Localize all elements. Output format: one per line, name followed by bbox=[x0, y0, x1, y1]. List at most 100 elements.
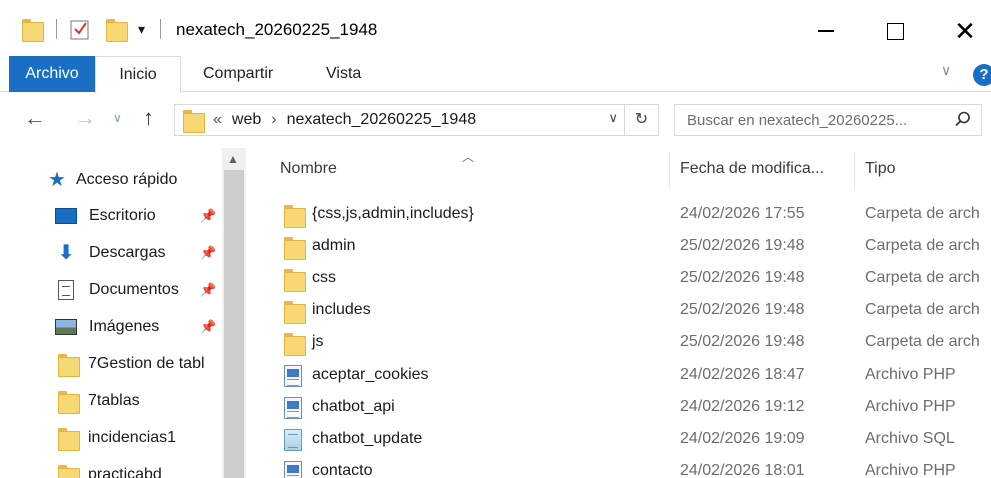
file-name: chatbot_update bbox=[312, 430, 423, 447]
navigation-pane-scrollbar[interactable]: ▲ bbox=[222, 148, 246, 478]
minimize-button[interactable] bbox=[803, 10, 849, 52]
folder-icon bbox=[183, 109, 205, 133]
address-dropdown-icon[interactable]: ∨ bbox=[608, 110, 618, 126]
sidebar-item-label: Documentos bbox=[89, 281, 179, 298]
sidebar-item-7gestion[interactable]: 7Gestion de tabl bbox=[58, 349, 205, 379]
breadcrumb-separator-icon[interactable]: › bbox=[271, 111, 276, 129]
table-row[interactable]: {css,js,admin,includes} 24/02/2026 17:55… bbox=[246, 199, 991, 231]
table-row[interactable]: chatbot_update 24/02/2026 19:09 Archivo … bbox=[246, 424, 991, 456]
file-name: js bbox=[312, 333, 324, 350]
search-input[interactable]: Buscar en nexatech_20260225... bbox=[674, 104, 982, 136]
breadcrumb-overflow[interactable]: « bbox=[213, 111, 222, 129]
tab-compartir[interactable]: Compartir bbox=[203, 56, 273, 92]
sidebar-item-label: 7tablas bbox=[88, 392, 140, 409]
folder-icon bbox=[284, 204, 306, 228]
sidebar-item-practicabd[interactable]: practicabd bbox=[58, 460, 162, 478]
search-placeholder: Buscar en nexatech_20260225... bbox=[687, 112, 908, 129]
file-date: 24/02/2026 18:47 bbox=[680, 366, 805, 383]
table-row[interactable]: chatbot_api 24/02/2026 19:12 Archivo PHP bbox=[246, 392, 991, 424]
sidebar-item-label: incidencias1 bbox=[88, 429, 177, 446]
pin-icon[interactable]: 📌 bbox=[200, 245, 216, 261]
file-type: Carpeta de arch bbox=[865, 301, 980, 318]
scrollbar-thumb[interactable] bbox=[224, 170, 244, 478]
file-date: 25/02/2026 19:48 bbox=[680, 301, 805, 318]
sidebar-item-label: Imágenes bbox=[89, 318, 160, 335]
column-header-date[interactable]: Fecha de modifica... bbox=[680, 160, 824, 178]
folder-icon bbox=[284, 268, 306, 292]
folder-icon bbox=[58, 427, 80, 451]
title-bar: ▾ nexatech_20260225_1948 ✕ bbox=[0, 0, 991, 58]
file-name: admin bbox=[312, 237, 356, 254]
sidebar-item-incidencias1[interactable]: incidencias1 bbox=[58, 423, 176, 453]
folder-icon bbox=[22, 14, 44, 44]
column-divider[interactable] bbox=[854, 152, 855, 188]
column-header-name[interactable]: Nombre bbox=[280, 160, 337, 178]
file-name: {css,js,admin,includes} bbox=[312, 205, 474, 222]
column-header-type[interactable]: Tipo bbox=[865, 160, 896, 178]
close-button[interactable]: ✕ bbox=[942, 10, 988, 52]
sidebar-item-imagenes[interactable]: Imágenes 📌 bbox=[55, 312, 222, 342]
new-folder-icon[interactable] bbox=[106, 14, 128, 44]
expand-ribbon-icon[interactable]: ∨ bbox=[941, 62, 951, 79]
table-row[interactable]: admin 25/02/2026 19:48 Carpeta de arch bbox=[246, 231, 991, 263]
address-bar[interactable]: « web › nexatech_20260225_1948 ∨ ↻ bbox=[174, 104, 659, 136]
file-date: 24/02/2026 17:55 bbox=[680, 205, 805, 222]
sidebar-item-escritorio[interactable]: Escritorio 📌 bbox=[55, 201, 222, 231]
file-date: 25/02/2026 19:48 bbox=[680, 333, 805, 350]
sort-ascending-icon: ︿ bbox=[462, 150, 475, 164]
file-name: css bbox=[312, 269, 336, 286]
tab-archivo[interactable]: Archivo bbox=[9, 56, 95, 92]
folder-icon bbox=[284, 236, 306, 260]
sidebar-item-quick-access[interactable]: ★ Acceso rápido bbox=[48, 165, 177, 195]
tab-vista[interactable]: Vista bbox=[326, 56, 361, 92]
breadcrumb-current[interactable]: nexatech_20260225_1948 bbox=[287, 111, 477, 129]
file-name: aceptar_cookies bbox=[312, 366, 429, 383]
sidebar-item-documentos[interactable]: Documentos 📌 bbox=[58, 275, 222, 305]
pin-icon[interactable]: 📌 bbox=[200, 319, 216, 335]
ribbon: Archivo Inicio Compartir Vista ∨ ? bbox=[0, 56, 991, 93]
file-type: Carpeta de arch bbox=[865, 333, 980, 350]
table-row[interactable]: includes 25/02/2026 19:48 Carpeta de arc… bbox=[246, 295, 991, 327]
downloads-icon: ⬇ bbox=[57, 242, 75, 264]
file-date: 24/02/2026 19:12 bbox=[680, 398, 805, 415]
sidebar-item-label: Acceso rápido bbox=[76, 171, 178, 188]
up-button[interactable]: ↑ bbox=[143, 105, 154, 131]
qat-dropdown-icon[interactable]: ▾ bbox=[138, 14, 145, 44]
refresh-button[interactable]: ↻ bbox=[624, 105, 658, 135]
table-row[interactable]: aceptar_cookies 24/02/2026 18:47 Archivo… bbox=[246, 360, 991, 392]
help-icon[interactable]: ? bbox=[973, 64, 991, 86]
file-date: 25/02/2026 19:48 bbox=[680, 237, 805, 254]
folder-icon bbox=[58, 464, 80, 478]
file-type: Archivo PHP bbox=[865, 462, 956, 478]
recent-locations-button[interactable]: ∨ bbox=[113, 111, 122, 125]
sidebar-item-label: Escritorio bbox=[89, 207, 156, 224]
maximize-button[interactable] bbox=[872, 10, 918, 52]
sidebar-item-descargas[interactable]: ⬇ Descargas 📌 bbox=[55, 238, 222, 268]
navigation-bar: ← → ∨ ↑ « web › nexatech_20260225_1948 ∨… bbox=[0, 92, 991, 148]
properties-icon[interactable] bbox=[70, 14, 90, 44]
file-type: Carpeta de arch bbox=[865, 269, 980, 286]
file-name: includes bbox=[312, 301, 371, 318]
table-row[interactable]: js 25/02/2026 19:48 Carpeta de arch bbox=[246, 327, 991, 359]
column-divider[interactable] bbox=[669, 152, 670, 188]
search-icon[interactable] bbox=[955, 111, 971, 132]
qat-separator bbox=[160, 14, 161, 44]
file-name: contacto bbox=[312, 462, 373, 478]
file-name: chatbot_api bbox=[312, 398, 395, 415]
pin-icon[interactable]: 📌 bbox=[200, 282, 216, 298]
folder-icon bbox=[284, 300, 306, 324]
file-type: Carpeta de arch bbox=[865, 205, 980, 222]
sidebar-item-7tablas[interactable]: 7tablas bbox=[58, 386, 140, 416]
back-button[interactable]: ← bbox=[24, 105, 46, 131]
scroll-up-icon[interactable]: ▲ bbox=[227, 152, 239, 166]
tab-inicio[interactable]: Inicio bbox=[95, 56, 181, 93]
table-row[interactable]: css 25/02/2026 19:48 Carpeta de arch bbox=[246, 263, 991, 295]
breadcrumb-web[interactable]: web bbox=[232, 111, 261, 129]
forward-button[interactable]: → bbox=[74, 105, 96, 131]
file-type: Carpeta de arch bbox=[865, 237, 980, 254]
table-row[interactable]: contacto 24/02/2026 18:01 Archivo PHP bbox=[246, 456, 991, 478]
pin-icon[interactable]: 📌 bbox=[200, 208, 216, 224]
desktop-icon bbox=[55, 208, 77, 224]
file-date: 24/02/2026 18:01 bbox=[680, 462, 805, 478]
folder-icon bbox=[284, 332, 306, 356]
